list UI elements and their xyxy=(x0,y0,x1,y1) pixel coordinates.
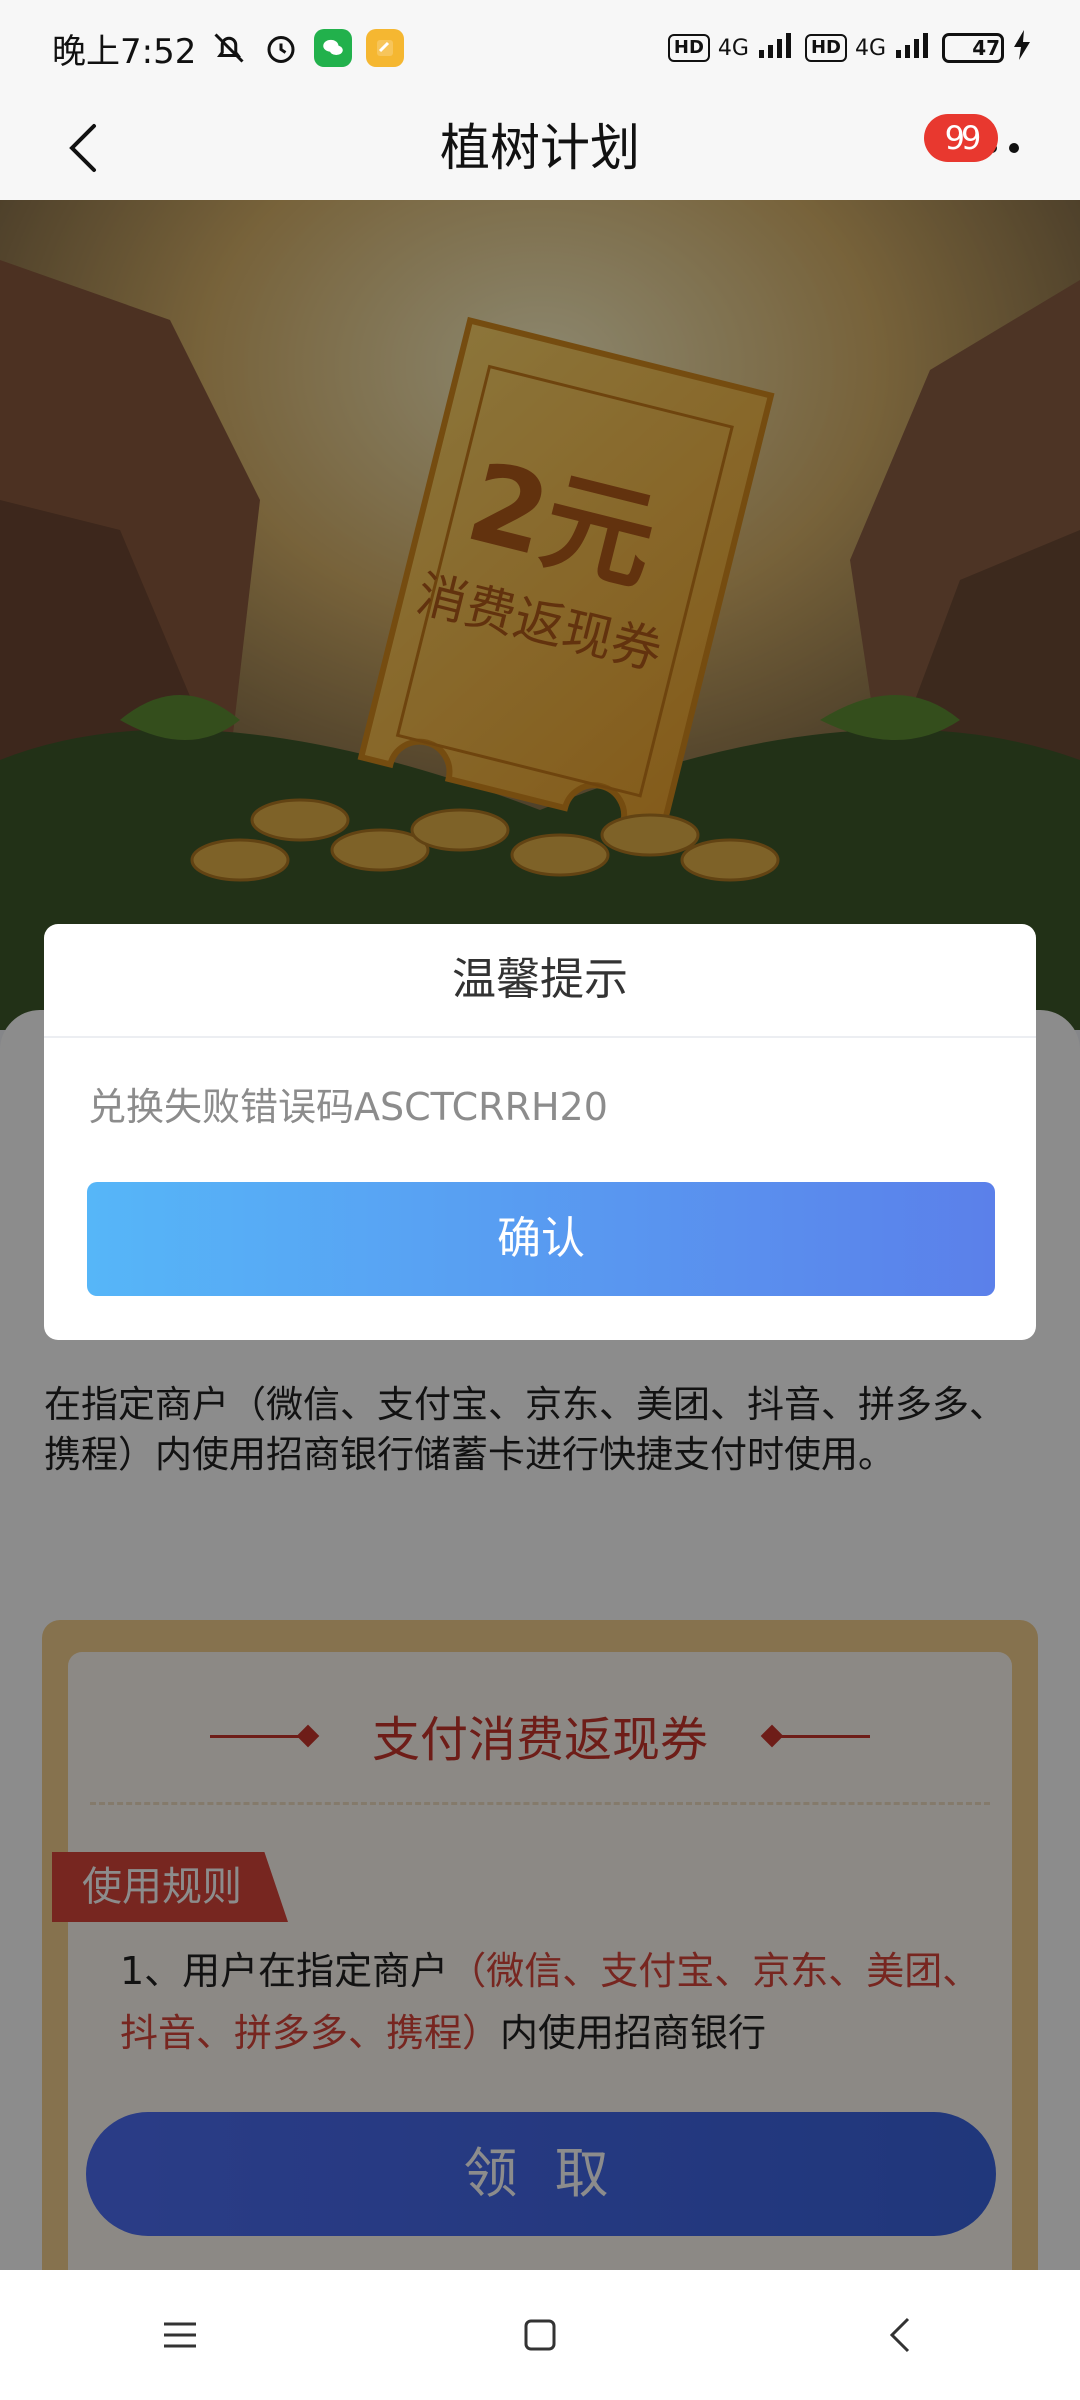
notification-badge: 99 xyxy=(924,114,998,162)
home-square-icon xyxy=(524,2319,556,2351)
dialog-message: 兑换失败错误码ASCTCRRH20 xyxy=(88,1085,608,1129)
confirm-button[interactable]: 确认 xyxy=(87,1182,995,1296)
more-button[interactable]: 99 xyxy=(924,114,1032,180)
page-title: 植树计划 xyxy=(440,119,640,177)
network-label-1: 4G xyxy=(717,35,749,61)
hd-badge-1: HD xyxy=(667,34,710,62)
status-right: HD 4G HD 4G 47 xyxy=(667,30,1032,66)
status-time: 晚上7:52 xyxy=(52,31,197,72)
battery-level: 47 xyxy=(972,36,1001,60)
bell-muted-icon xyxy=(210,29,248,67)
network-label-2: 4G xyxy=(854,35,886,61)
nav-home-button[interactable] xyxy=(480,2285,600,2385)
status-bar: 晚上7:52 HD 4G HD 4G 47 xyxy=(0,0,1080,96)
alarm-icon xyxy=(262,29,300,67)
nav-back-icon xyxy=(889,2317,910,2353)
alert-dialog: 温馨提示 兑换失败错误码ASCTCRRH20 确认 xyxy=(44,924,1036,1340)
nav-menu-button[interactable] xyxy=(120,2285,240,2385)
charging-icon xyxy=(1012,30,1032,66)
app-header: 植树计划 99 xyxy=(0,96,1080,200)
dialog-title: 温馨提示 xyxy=(44,924,1036,1038)
status-left: 晚上7:52 xyxy=(52,24,405,73)
battery-icon: 47 xyxy=(942,33,1004,63)
system-nav-bar xyxy=(0,2270,1080,2400)
signal-icon-2 xyxy=(894,30,934,66)
notes-app-icon xyxy=(366,29,405,67)
nav-back-button[interactable] xyxy=(840,2285,960,2385)
hd-badge-2: HD xyxy=(804,34,847,62)
signal-icon-1 xyxy=(757,30,797,66)
wechat-icon xyxy=(314,29,353,67)
menu-icon xyxy=(164,2322,196,2348)
